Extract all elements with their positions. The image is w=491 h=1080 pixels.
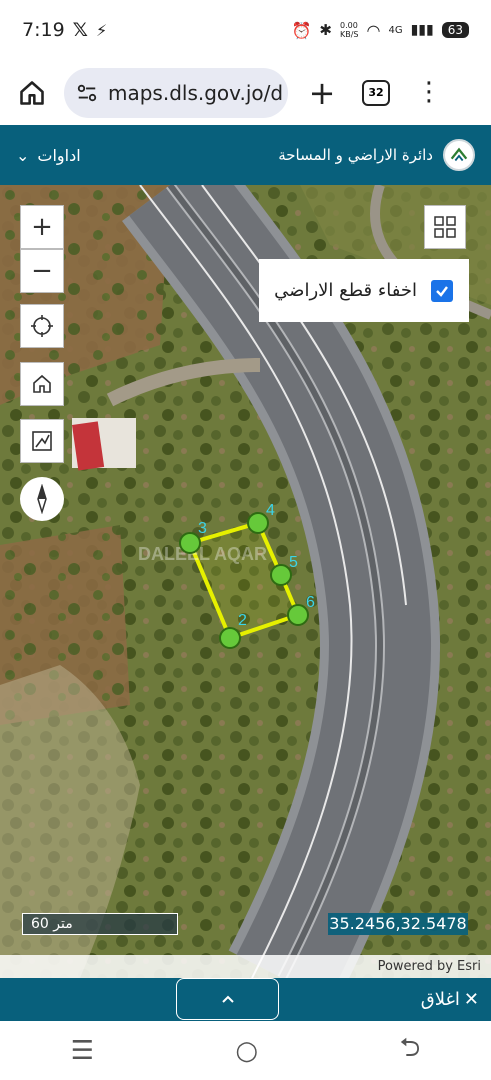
home-circle-icon[interactable]: ○ (235, 1036, 258, 1066)
expand-panel-button[interactable] (176, 978, 279, 1020)
marker-label: 6 (306, 594, 315, 611)
logo (443, 139, 475, 171)
system-nav-bar: ☰ ○ ⮌ (0, 1021, 491, 1080)
zoom-in-button[interactable]: + (20, 205, 64, 249)
hide-parcels-label: اخفاء قطع الاراضي (274, 280, 417, 301)
plus-icon: + (308, 73, 336, 112)
status-bar: 7:19 𝕏 ⚡ ⏰ ✱ 0.00 KB/S ◠ 4G ▮▮▮ 63 (0, 0, 491, 60)
signal-label: 4G (388, 24, 403, 36)
tab-switcher-button[interactable]: 32 (362, 79, 390, 106)
department-brand: دائرة الاراضي و المساحة (278, 139, 475, 171)
browser-toolbar: maps.dls.gov.jo/d + 32 ⋮ (0, 60, 491, 125)
coordinates-readout: 35.2456,32.5478 (328, 913, 468, 935)
attribution: Powered by Esri (0, 955, 491, 978)
measure-icon (32, 431, 52, 451)
marker-label: 4 (266, 502, 275, 519)
wifi-icon: ◠ (366, 20, 381, 40)
bottom-panel-bar: اغلاق ✕ (0, 978, 491, 1021)
app-header: ⌄ اداوات دائرة الاراضي و المساحة (0, 125, 491, 185)
recents-icon[interactable]: ☰ (71, 1036, 94, 1066)
home-icon (20, 80, 44, 105)
menu-icon[interactable]: ⋮ (416, 79, 442, 105)
marker-label: 2 (238, 612, 247, 629)
home-button[interactable] (0, 79, 64, 107)
home-icon (33, 374, 51, 393)
qr-grid-icon (434, 216, 456, 238)
signal-icon: ▮▮▮ (410, 22, 434, 38)
address-bar[interactable]: maps.dls.gov.jo/d (64, 67, 288, 118)
basemap-gallery-button[interactable] (424, 205, 466, 249)
net-speed: 0.00 KB/S (339, 21, 359, 39)
bluetooth-icon: ✱ (319, 21, 332, 39)
site-settings-icon (77, 84, 97, 101)
hide-parcels-panel: اخفاء قطع الاراضي (259, 259, 469, 322)
tools-label: اداوات (37, 145, 81, 165)
back-icon[interactable]: ⮌ (399, 1029, 420, 1073)
chevron-down-icon: ⌄ (16, 145, 30, 165)
check-icon (436, 285, 448, 297)
marker-label: 5 (289, 554, 298, 571)
marker-label: 3 (198, 520, 207, 537)
clock: 7:19 (22, 19, 65, 41)
close-icon: ✕ (463, 989, 479, 1010)
new-tab-button[interactable]: + (288, 74, 356, 112)
compass-button[interactable] (20, 477, 64, 521)
x-icon: 𝕏 (72, 19, 88, 41)
map-view[interactable]: DALEEL AQAR 2 3 4 5 6 + − اخفاء قطع الار… (0, 185, 491, 978)
plus-icon: + (31, 212, 53, 242)
close-label: اغلاق (420, 989, 460, 1010)
crosshair-icon (31, 315, 53, 337)
measure-button[interactable] (20, 419, 64, 463)
home-extent-button[interactable] (20, 362, 64, 406)
chevron-up-icon (221, 995, 234, 1003)
battery-level: 63 (441, 22, 469, 38)
minus-icon: − (31, 256, 53, 286)
cast-icon: ⚡ (95, 20, 108, 40)
zoom-out-button[interactable]: − (20, 249, 64, 293)
alarm-icon: ⏰ (291, 20, 312, 40)
url-text: maps.dls.gov.jo/d (108, 80, 284, 105)
locate-button[interactable] (20, 304, 64, 348)
close-button[interactable]: اغلاق ✕ (421, 978, 479, 1021)
department-name: دائرة الاراضي و المساحة (278, 146, 433, 164)
watermark: DALEEL AQAR (138, 544, 267, 564)
compass-icon (37, 484, 47, 514)
hide-parcels-checkbox[interactable] (431, 279, 453, 302)
scale-bar: 60 متر (22, 913, 178, 935)
tools-menu[interactable]: ⌄ اداوات (16, 146, 81, 165)
